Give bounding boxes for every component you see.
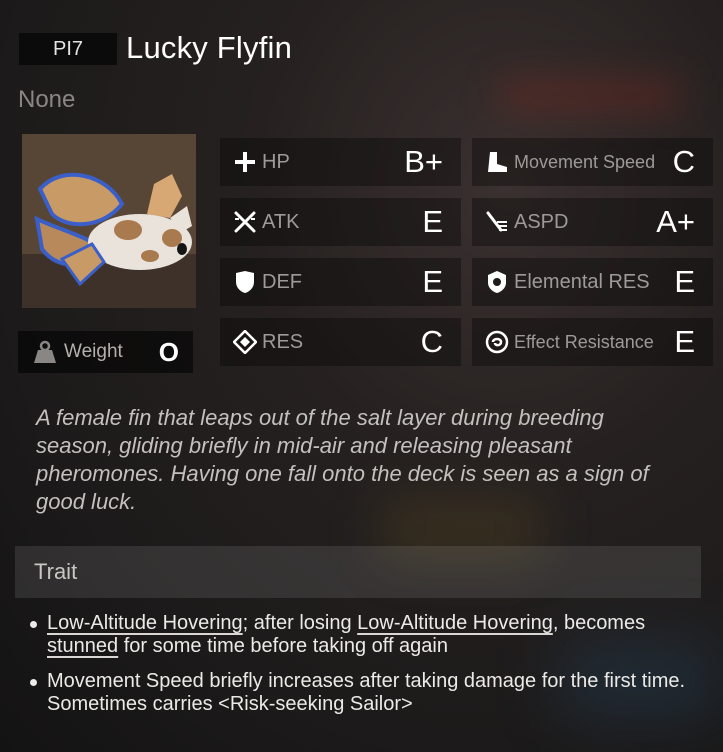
background-glow-red bbox=[500, 80, 680, 110]
stat-def-label: DEF bbox=[262, 270, 302, 293]
fast-attack-icon bbox=[484, 209, 510, 235]
trait-text: , becomes bbox=[552, 612, 646, 634]
stat-atk-label: ATK bbox=[262, 210, 300, 233]
stat-res: RES C bbox=[220, 318, 461, 366]
stat-elemental-res-label: Elemental RES bbox=[514, 270, 650, 293]
stat-hp-label: HP bbox=[262, 150, 290, 173]
stat-aspd: ASPD A+ bbox=[472, 198, 713, 246]
diamond-icon bbox=[232, 329, 258, 355]
stat-elemental-res-grade: E bbox=[674, 264, 695, 299]
stat-hp: HP B+ bbox=[220, 138, 461, 186]
enemy-description: A female fin that leaps out of the salt … bbox=[36, 405, 649, 514]
trait-item: Movement Speed briefly increases after t… bbox=[30, 670, 700, 716]
stat-res-grade: C bbox=[420, 324, 443, 359]
enemy-code-badge: PI7 bbox=[19, 33, 117, 65]
enemy-subtitle: None bbox=[18, 86, 76, 113]
shield-icon bbox=[232, 269, 258, 295]
stat-def: DEF E bbox=[220, 258, 461, 306]
flyfin-illustration bbox=[22, 134, 196, 308]
swirl-icon bbox=[484, 329, 510, 355]
trait-heading: Trait bbox=[34, 559, 78, 584]
stat-def-grade: E bbox=[422, 264, 443, 299]
stat-res-label: RES bbox=[262, 330, 304, 353]
stat-movement-speed: Movement Speed C bbox=[472, 138, 713, 186]
elemental-shield-icon bbox=[484, 269, 510, 295]
keyword-stunned[interactable]: stunned bbox=[47, 635, 118, 657]
weight-value: O bbox=[158, 336, 179, 367]
stat-movement-speed-grade: C bbox=[672, 144, 695, 179]
trait-header: Trait bbox=[15, 546, 701, 598]
stat-hp-grade: B+ bbox=[404, 144, 443, 179]
trait-text: for some time before taking off again bbox=[118, 635, 448, 657]
weight-label: Weight bbox=[64, 341, 123, 362]
trait-item: Low-Altitude Hovering; after losing Low-… bbox=[30, 612, 700, 658]
crossed-swords-icon bbox=[232, 209, 258, 235]
bullet-dot bbox=[30, 621, 37, 628]
weight-panel: Weight O bbox=[18, 331, 193, 373]
enemy-portrait bbox=[22, 134, 196, 308]
stat-effect-resistance-label: Effect Resistance bbox=[514, 331, 654, 352]
enemy-name: Lucky Flyfin bbox=[126, 30, 293, 65]
stat-elemental-res: Elemental RES E bbox=[472, 258, 713, 306]
stat-atk: ATK E bbox=[220, 198, 461, 246]
stat-aspd-label: ASPD bbox=[514, 210, 569, 233]
boot-icon bbox=[484, 149, 510, 175]
trait-text: ; after losing bbox=[242, 612, 358, 634]
stat-movement-speed-label: Movement Speed bbox=[514, 151, 656, 172]
stat-aspd-grade: A+ bbox=[656, 204, 695, 239]
keyword-low-altitude-hovering-2[interactable]: Low-Altitude Hovering bbox=[357, 612, 553, 634]
stat-effect-resistance-grade: E bbox=[674, 324, 695, 359]
bullet-dot bbox=[30, 679, 37, 686]
trait-text: Movement Speed briefly increases after t… bbox=[47, 670, 686, 715]
plus-icon bbox=[232, 149, 258, 175]
stat-effect-resistance: Effect Resistance E bbox=[472, 318, 713, 366]
trait-list: Low-Altitude Hovering; after losing Low-… bbox=[30, 612, 700, 728]
keyword-low-altitude-hovering[interactable]: Low-Altitude Hovering bbox=[47, 612, 243, 634]
weight-icon bbox=[34, 340, 56, 363]
stat-atk-grade: E bbox=[422, 204, 443, 239]
